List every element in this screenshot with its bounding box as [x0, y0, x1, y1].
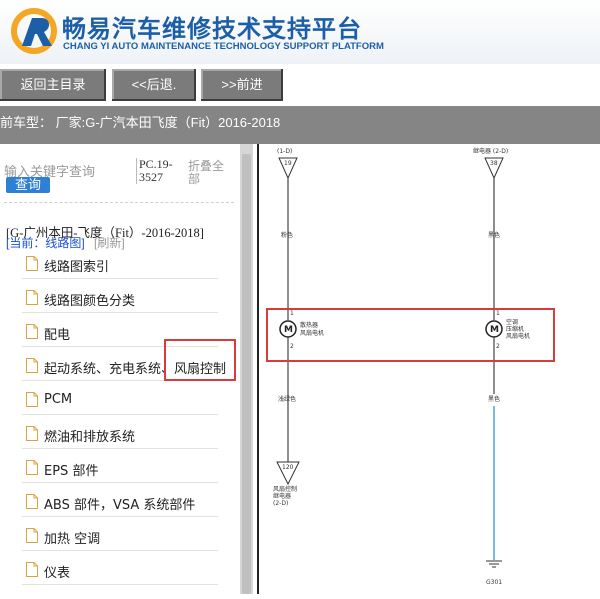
left-bottom-label-2: 继电器 [273, 492, 291, 500]
pc-code: PC.19-3527 [136, 158, 183, 184]
file-icon [26, 426, 38, 441]
brand-subtitle: CHANG YI AUTO MAINTENANCE TECHNOLOGY SUP… [63, 41, 384, 52]
left-pin-bottom: 120 [282, 464, 294, 471]
file-icon [26, 528, 38, 543]
right-top-ref: 继电器 (2-D) [473, 147, 508, 155]
tree-item-gauges[interactable]: 仪表 [22, 556, 218, 585]
tree-item-label: EPS 部件 [44, 464, 99, 479]
right-wire-color-top: 黑色 [488, 231, 500, 239]
file-icon [26, 494, 38, 509]
search-button[interactable]: 查询 [6, 177, 50, 193]
tree-item-label: 加热 空调 [44, 532, 101, 547]
collapse-all-link[interactable]: 折叠全部 [188, 160, 230, 186]
file-icon [26, 562, 38, 577]
home-button[interactable]: 返回主目录 [0, 69, 106, 101]
brand-title: 畅易汽车维修技术支持平台 [62, 15, 362, 43]
tree-item-label: 线路图索引 [44, 260, 110, 275]
tree-item-label: ABS 部件，VSA 系统部件 [44, 498, 196, 513]
highlight-fan-control [164, 339, 236, 381]
tree-item-fuel-emission[interactable]: 燃油和排放系统 [22, 420, 218, 449]
scrollbar-thumb[interactable] [242, 154, 251, 594]
tree-item-pcm[interactable]: PCM [22, 386, 218, 415]
left-wire-color-bottom: 浅绿色 [278, 395, 296, 403]
tree-item-label: 线路图颜色分类 [44, 294, 136, 309]
file-icon [26, 324, 38, 339]
file-icon [26, 392, 38, 407]
tree-item-label: 燃油和排放系统 [44, 430, 136, 445]
highlight-fan-motors [266, 308, 555, 362]
left-pin-top: 19 [284, 160, 292, 167]
tree-item-heating-ac[interactable]: 加热 空调 [22, 522, 218, 551]
tree-item-wire-colors[interactable]: 线路图颜色分类 [22, 284, 218, 313]
wiring-diagram-canvas: (1-D) 19 粉色 1 M 散热器 风扇电机 2 浅绿色 120 风扇控制 … [257, 144, 530, 594]
forward-button[interactable]: >>前进 [201, 69, 283, 101]
tree-item-label: 配电 [44, 328, 71, 343]
file-icon [26, 256, 38, 271]
app-header: 畅易汽车维修技术支持平台 CHANG YI AUTO MAINTENANCE T… [0, 0, 600, 64]
left-wire-color-top: 粉色 [281, 231, 293, 239]
logo-icon [11, 8, 57, 54]
file-icon [26, 460, 38, 475]
right-pin-top: 38 [490, 160, 498, 167]
right-wire-color-bottom: 黑色 [488, 395, 500, 403]
divider [4, 202, 234, 203]
tree-item-abs-vsa[interactable]: ABS 部件，VSA 系统部件 [22, 488, 218, 517]
file-icon [26, 290, 38, 305]
current-section: [当前：线路图] [6, 236, 85, 250]
refresh-link[interactable]: [刷新] [94, 234, 125, 251]
left-bottom-label-1: 风扇控制 [273, 485, 297, 493]
wiring-diagram: (1-D) 19 粉色 1 M 散热器 风扇电机 2 浅绿色 120 风扇控制 … [253, 144, 600, 594]
vehicle-text: 前车型： 厂家:G-广汽本田飞度（Fit）2016-2018 [0, 115, 281, 130]
tree-item-wiring-index[interactable]: 线路图索引 [22, 250, 218, 279]
tree-item-label: PCM [44, 392, 73, 407]
tree-item-label: 仪表 [44, 566, 71, 581]
left-top-ref: (1-D) [277, 148, 292, 155]
left-bottom-label-3: (2-D) [273, 500, 288, 507]
toolbar: 返回主目录 <<后退. >>前进 [0, 64, 600, 106]
back-button[interactable]: <<后退. [112, 69, 196, 101]
tree-item-eps[interactable]: EPS 部件 [22, 454, 218, 483]
ground-label: G301 [486, 579, 502, 586]
file-icon [26, 358, 38, 373]
vehicle-bar: 前车型： 厂家:G-广汽本田飞度（Fit）2016-2018 [0, 106, 600, 144]
